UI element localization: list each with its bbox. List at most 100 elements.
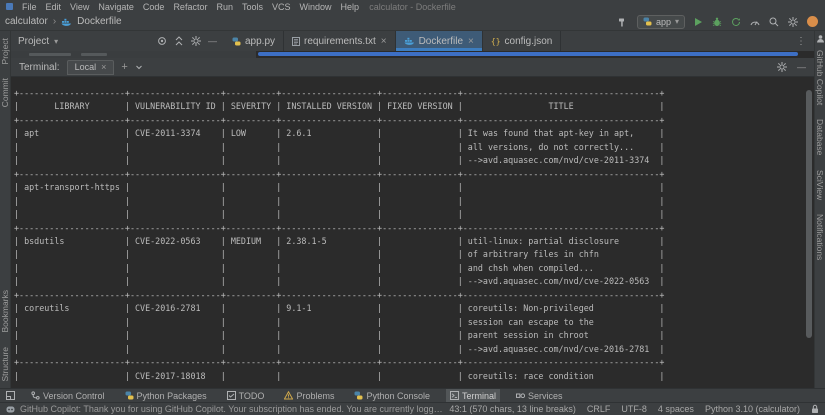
run-config-value: app [656,17,671,27]
panel-settings-gear-icon[interactable] [191,36,201,46]
menu-window[interactable]: Window [300,2,332,12]
editor-tabs: app.py requirements.txt × Dockerfile [224,31,561,51]
copilot-icon [6,405,15,414]
stripe-item-sciview[interactable]: SciView [815,170,825,200]
menu-refactor[interactable]: Refactor [173,2,207,12]
left-toolwindow-stripe: Project Commit Bookmarks Structure [0,31,11,388]
toolwindow-label: Services [528,391,563,401]
project-panel-header[interactable]: Project ▾ — [11,31,224,51]
indent-indicator[interactable]: 4 spaces [658,404,694,414]
stripe-item-bookmarks[interactable]: Bookmarks [0,290,10,333]
menu-navigate[interactable]: Navigate [98,2,134,12]
build-hammer-icon[interactable] [618,17,628,27]
chevron-down-icon: ▾ [675,17,679,26]
stripe-item-commit[interactable]: Commit [0,78,10,107]
interpreter-indicator[interactable]: Python 3.10 (calculator) [705,404,800,414]
chevron-down-icon: ▾ [54,37,58,46]
terminal-tab-local[interactable]: Local × [67,60,115,75]
close-icon[interactable]: × [101,62,106,72]
status-message[interactable]: GitHub Copilot: Thank you for using GitH… [20,404,444,414]
project-header-actions: — [157,36,217,46]
debug-bug-icon[interactable] [712,17,722,27]
toolbar-actions: app ▾ [618,15,820,29]
encoding-indicator[interactable]: UTF-8 [621,404,647,414]
toolwindow-services[interactable]: Services [512,389,567,402]
toolwindow-todo[interactable]: TODO [223,389,269,402]
toolwindow-bar: Version Control Python Packages TODO Pro… [0,388,825,402]
vertical-scrollbar-thumb[interactable] [806,90,812,338]
project-panel-title: Project [18,36,49,47]
menu-view[interactable]: View [70,2,89,12]
settings-gear-icon[interactable] [788,17,798,27]
json-file-icon: {} [491,37,501,46]
terminal-dropdown-chevron-icon[interactable] [135,63,143,71]
run-button[interactable] [694,17,703,27]
stripe-item-project[interactable]: Project [0,38,10,64]
toolwindow-label: Python Console [366,391,430,401]
ide-window: File Edit View Navigate Code Refactor Ru… [0,0,825,415]
menu-help[interactable]: Help [341,2,360,12]
hide-panel-icon[interactable]: — [208,36,217,46]
toolwindow-python-packages[interactable]: Python Packages [121,389,211,402]
tab-dockerfile[interactable]: Dockerfile × [396,31,483,51]
tab-config-json[interactable]: {} config.json [483,31,561,51]
window-title: calculator - Dockerfile [369,2,456,12]
more-vertical-icon: ⋮ [796,36,806,47]
stripe-item-database[interactable]: Database [815,119,825,155]
run-config-select[interactable]: app ▾ [637,15,685,29]
tab-requirements-txt[interactable]: requirements.txt × [284,31,396,51]
toolwindow-switcher-icon[interactable] [6,391,15,400]
problems-warning-icon [284,391,293,400]
menu-code[interactable]: Code [143,2,165,12]
menu-vcs[interactable]: VCS [272,2,291,12]
python-icon [643,17,652,26]
terminal-settings-gear-icon[interactable] [777,62,787,72]
menu-edit[interactable]: Edit [46,2,62,12]
menu-run[interactable]: Run [216,2,233,12]
peek-row [11,51,814,58]
tab-app-py[interactable]: app.py [224,31,284,51]
tab-label: app.py [245,36,275,47]
breadcrumb-project[interactable]: calculator [5,16,48,27]
lock-icon[interactable] [811,404,819,414]
new-terminal-icon[interactable]: + [121,61,127,73]
profiler-gauge-icon[interactable] [750,17,760,27]
terminal-header: Terminal: Local × + — [11,58,814,77]
toolwindow-label: Terminal [462,391,496,401]
terminal-output[interactable]: +---------------------+-----------------… [11,77,814,383]
python-packages-icon [125,391,134,400]
avatar[interactable] [807,16,818,27]
horizontal-scrollbar-thumb[interactable] [258,52,798,56]
minimize-icon[interactable]: — [797,62,806,72]
services-icon [516,391,525,400]
terminal-panel: Terminal: Local × + — [11,58,814,388]
locate-file-icon[interactable] [157,36,167,46]
search-icon[interactable] [769,17,779,27]
stripe-item-github-copilot[interactable]: GitHub Copilot [815,50,825,105]
terminal-icon [450,391,459,400]
close-icon[interactable]: × [468,36,474,47]
terminal-tab-label: Local [75,62,97,72]
rerun-icon[interactable] [731,17,741,27]
line-ending-indicator[interactable]: CRLF [587,404,611,414]
menu-file[interactable]: File [22,2,37,12]
tree-item-fragment [81,53,107,56]
caret-position[interactable]: 43:1 (570 chars, 13 line breaks) [449,404,576,414]
close-icon[interactable]: × [381,36,387,47]
toolwindow-problems[interactable]: Problems [280,389,338,402]
tabs-overflow-menu[interactable]: ⋮ [788,31,814,51]
text-file-icon [292,37,300,46]
stripe-item-notifications[interactable]: Notifications [815,214,825,260]
nav-row: Project ▾ — [11,31,814,51]
toolwindow-version-control[interactable]: Version Control [27,389,109,402]
terminal-header-actions: — [777,62,806,72]
user-profile-icon[interactable] [816,34,825,43]
toolwindow-terminal[interactable]: Terminal [446,389,500,402]
collapse-all-icon[interactable] [174,36,184,46]
todo-icon [227,391,236,400]
app-logo-icon [6,3,13,10]
toolwindow-python-console[interactable]: Python Console [350,389,434,402]
breadcrumb-file[interactable]: Dockerfile [77,16,121,27]
menu-tools[interactable]: Tools [242,2,263,12]
stripe-item-structure[interactable]: Structure [0,347,10,382]
